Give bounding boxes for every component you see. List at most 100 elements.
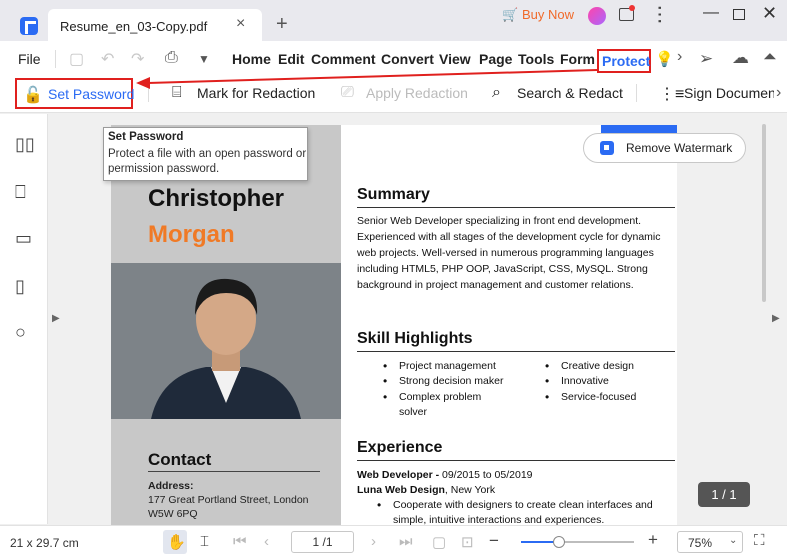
more-menu-icon[interactable]: ⋯ xyxy=(648,5,673,25)
job-title: Web Developer - xyxy=(357,469,442,481)
thumbnails-icon[interactable]: ▯▯ xyxy=(15,134,35,155)
resume-sidebar: Christopher Morgan Contact Address: 177 … xyxy=(111,125,341,525)
zoom-select[interactable]: 75% ⌄ xyxy=(677,531,743,553)
contact-heading: Contact xyxy=(148,450,212,469)
status-bar: 21 x 29.7 cm ✋ ⌶ ⏮ ‹ 1 /1 › ⏭ ▢ ⊡ − + 75… xyxy=(0,525,787,557)
vertical-scrollbar[interactable] xyxy=(762,124,766,302)
menu-home[interactable]: Home xyxy=(232,51,271,67)
section-rule xyxy=(357,351,675,352)
undo-icon[interactable]: ↶ xyxy=(101,49,114,69)
resume-main xyxy=(341,125,677,525)
page-indicator-label: 1 / 1 xyxy=(711,487,737,502)
apply-redaction-button[interactable]: ⎚ Apply Redaction xyxy=(341,84,481,104)
remove-watermark-label: Remove Watermark xyxy=(626,141,733,155)
resume-first-name: Christopher xyxy=(148,185,285,212)
zoom-out-icon[interactable]: − xyxy=(489,531,499,551)
expand-right-panel-icon[interactable]: ▶ xyxy=(772,313,780,324)
collapse-ribbon-icon[interactable]: ⏶ xyxy=(763,47,777,67)
blue-accent-bar xyxy=(601,125,677,133)
cloud-upload-icon[interactable]: ☁ xyxy=(732,48,749,68)
zoom-in-icon[interactable]: + xyxy=(648,530,658,550)
menu-form[interactable]: Form xyxy=(560,51,595,67)
ribbon-scroll-right-icon[interactable]: › xyxy=(776,84,781,102)
divider xyxy=(55,50,56,68)
title-bar: Resume_en_03-Copy.pdf × + 🛒 Buy Now ⋯ — … xyxy=(0,0,787,41)
experience-heading: Experience xyxy=(357,439,443,456)
menu-page[interactable]: Page xyxy=(479,51,512,67)
document-tab[interactable]: Resume_en_03-Copy.pdf × xyxy=(48,9,262,41)
remove-watermark-button[interactable]: Remove Watermark xyxy=(583,133,746,163)
close-window-icon[interactable]: ✕ xyxy=(762,3,777,24)
next-page-icon[interactable]: › xyxy=(371,533,376,550)
company-location: , New York xyxy=(444,484,496,496)
last-page-icon[interactable]: ⏭ xyxy=(399,533,413,550)
redo-icon[interactable]: ↷ xyxy=(131,49,144,69)
menu-comment[interactable]: Comment xyxy=(311,51,376,67)
tab-close-icon[interactable]: × xyxy=(236,15,245,33)
address-label: Address: xyxy=(148,480,194,492)
apply-redaction-label: Apply Redaction xyxy=(366,85,468,101)
comment-icon[interactable]: ▭ xyxy=(15,228,32,249)
chevron-right-icon[interactable]: › xyxy=(677,48,682,66)
fit-page-icon[interactable]: ⊡ xyxy=(461,533,474,551)
hand-icon: ✋ xyxy=(167,534,186,551)
tooltip-title: Set Password xyxy=(108,131,184,143)
section-rule xyxy=(357,207,675,208)
quick-access-dropdown-icon[interactable]: ▼ xyxy=(198,52,210,66)
menu-edit[interactable]: Edit xyxy=(278,51,304,67)
menu-file[interactable]: File xyxy=(18,51,41,67)
print-icon[interactable]: ⎙ xyxy=(165,49,178,67)
page-size-label: 21 x 29.7 cm xyxy=(10,536,79,550)
profile-photo xyxy=(111,263,341,419)
attachment-icon[interactable]: ▯ xyxy=(15,276,25,297)
set-password-label: Set Password xyxy=(48,86,135,102)
new-tab-icon[interactable]: + xyxy=(276,14,288,34)
search-redact-label: Search & Redact xyxy=(517,85,623,101)
save-icon[interactable]: ▢ xyxy=(69,49,84,69)
avatar[interactable] xyxy=(588,7,606,25)
signature-icon: ⋮≡ xyxy=(659,86,685,103)
divider xyxy=(148,84,149,102)
send-icon[interactable]: ➢ xyxy=(699,49,713,69)
lightbulb-icon[interactable]: 💡 xyxy=(655,50,674,68)
zoom-slider-thumb[interactable] xyxy=(553,536,565,548)
menu-protect[interactable]: Protect xyxy=(597,49,651,73)
job-bullet: Cooperate with designers to create clean… xyxy=(377,498,675,525)
search-redact-button[interactable]: ⌕ Search & Redact xyxy=(492,84,632,104)
first-page-icon[interactable]: ⏮ xyxy=(233,533,247,550)
company-name: Luna Web Design xyxy=(357,484,445,496)
menu-protect-label: Protect xyxy=(602,53,651,69)
redaction-icon: ⌸ xyxy=(172,84,182,101)
address-line: 177 Great Portland Street, London xyxy=(148,494,309,506)
bookmark-icon[interactable]: ⎕ xyxy=(15,182,26,203)
tooltip-body: Protect a file with an open password or … xyxy=(108,148,307,175)
buy-now-label: Buy Now xyxy=(522,7,575,22)
skill-item: Strong decision maker xyxy=(383,374,504,389)
single-page-view-icon[interactable]: ▢ xyxy=(432,533,446,551)
address-line: W5W 6PQ xyxy=(148,508,198,520)
hand-tool-button[interactable]: ✋ xyxy=(163,530,187,554)
mark-for-redaction-label: Mark for Redaction xyxy=(197,85,316,101)
menu-convert[interactable]: Convert xyxy=(381,51,434,67)
pdf-page[interactable]: Christopher Morgan Contact Address: 177 … xyxy=(111,125,677,525)
mark-for-redaction-button[interactable]: ⌸ Mark for Redaction xyxy=(172,84,332,104)
set-password-button[interactable]: 🔓 Set Password xyxy=(15,78,135,109)
maximize-icon[interactable] xyxy=(733,9,745,20)
page-number-input[interactable]: 1 /1 xyxy=(291,531,354,553)
app-logo-icon xyxy=(20,17,38,35)
watermark-icon xyxy=(600,141,614,155)
previous-page-icon[interactable]: ‹ xyxy=(264,533,269,550)
notification-dot xyxy=(629,5,635,11)
page-indicator-badge: 1 / 1 xyxy=(698,482,750,507)
search-redact-icon: ⌕ xyxy=(492,84,501,101)
menu-tools[interactable]: Tools xyxy=(518,51,554,67)
job-title-line: Web Developer - 09/2015 to 05/2019 xyxy=(357,467,677,483)
select-text-icon[interactable]: ⌶ xyxy=(200,533,209,550)
menu-view[interactable]: View xyxy=(439,51,471,67)
skill-item: Service-focused xyxy=(545,390,636,405)
minimize-icon[interactable]: — xyxy=(703,4,719,22)
expand-left-panel-icon[interactable]: ▶ xyxy=(52,313,60,324)
sign-document-button[interactable]: ⋮≡ Sign Documen xyxy=(659,84,774,104)
search-icon[interactable]: ○ xyxy=(15,322,26,343)
fullscreen-icon[interactable]: ⛶ xyxy=(754,532,765,549)
